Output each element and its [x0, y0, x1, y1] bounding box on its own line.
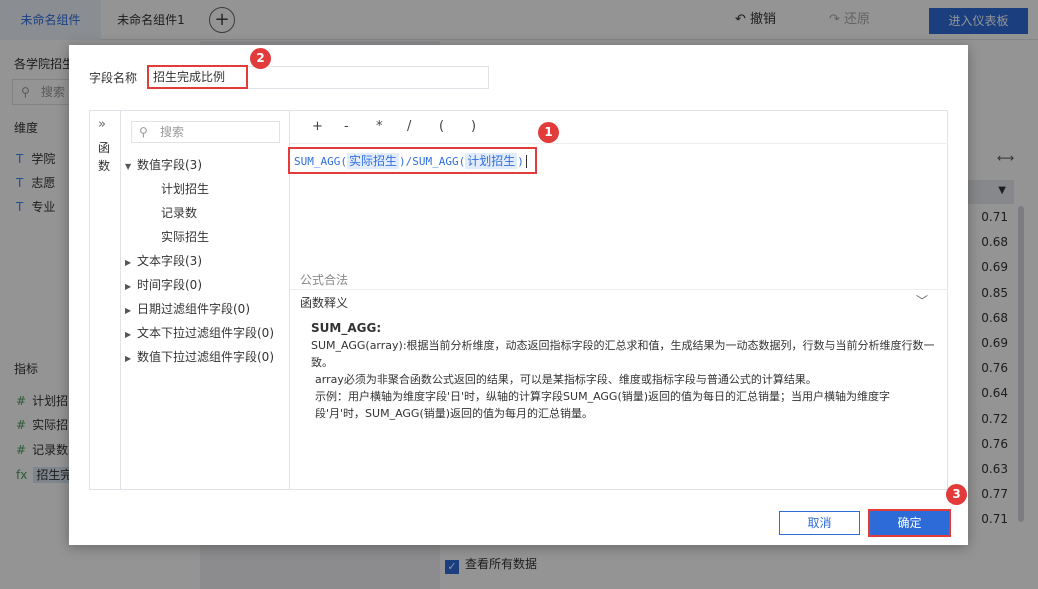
tree-leaf-field[interactable]: 计划招生: [161, 180, 209, 197]
highlight-box-confirm: [868, 509, 951, 537]
explain-line: array必须为非聚合函数公式返回的结果，可以是某指标字段、维度或指标字段与普通…: [315, 373, 817, 386]
multiply-operator-button[interactable]: *: [376, 119, 383, 134]
formula-valid-status: 公式合法: [300, 273, 349, 287]
chevron-down-icon[interactable]: ﹀: [916, 292, 928, 309]
caret-right-icon: ▶: [125, 306, 132, 315]
tree-node-time[interactable]: ▶ 时间字段(0): [125, 276, 202, 293]
tree-node-label: 日期过滤组件字段(0): [137, 302, 250, 316]
function-name: SUM_AGG:: [311, 321, 382, 335]
caret-down-icon: ▼: [125, 162, 132, 171]
cancel-button[interactable]: 取消: [779, 511, 860, 535]
field-name-label: 字段名称: [89, 71, 138, 85]
explain-body: SUM_AGG: SUM_AGG(array):根据当前分析维度，动态返回指标字…: [311, 320, 936, 422]
explain-title: 函数释义: [300, 296, 349, 310]
highlight-box-field-name: [147, 65, 248, 89]
tree-node-text[interactable]: ▶ 文本字段(3): [125, 252, 202, 269]
search-icon: ⚲: [139, 125, 148, 139]
function-label-char: 函: [98, 141, 111, 155]
function-explanation: 函数释义 ﹀ SUM_AGG: SUM_AGG(array):根据当前分析维度，…: [290, 289, 948, 489]
tree-node-label: 时间字段(0): [137, 278, 202, 292]
function-panel-toggle[interactable]: » 函 数: [90, 111, 121, 489]
tree-node-label: 数值字段(3): [137, 158, 202, 172]
function-label-char: 数: [98, 159, 111, 173]
tree-search-placeholder: 搜索: [160, 125, 185, 139]
caret-right-icon: ▶: [125, 258, 132, 267]
close-paren-button[interactable]: ): [471, 119, 476, 134]
field-tree: ⚲ 搜索 ▼ 数值字段(3) 计划招生 记录数 实际招生 ▶ 文本字段(3) ▶ 时间…: [121, 111, 290, 489]
double-chevron-right-icon: »: [98, 117, 106, 132]
annotation-badge-2: 2: [250, 48, 271, 69]
plus-operator-button[interactable]: +: [312, 119, 323, 134]
annotation-badge-3: 3: [946, 484, 967, 505]
tree-leaf-field[interactable]: 实际招生: [161, 228, 209, 245]
explain-line: SUM_AGG(array):根据当前分析维度，动态返回指标字段的汇总求和值，生…: [311, 339, 935, 369]
tree-node-date-filter[interactable]: ▶ 日期过滤组件字段(0): [125, 300, 250, 317]
divide-operator-button[interactable]: /: [407, 119, 411, 134]
tree-node-text-filter[interactable]: ▶ 文本下拉过滤组件字段(0): [125, 324, 274, 341]
tree-node-label: 文本字段(3): [137, 254, 202, 268]
annotation-badge-1: 1: [538, 122, 559, 143]
tree-node-numeric[interactable]: ▼ 数值字段(3): [125, 156, 202, 173]
open-paren-button[interactable]: (: [439, 119, 444, 134]
minus-operator-button[interactable]: -: [344, 119, 349, 134]
highlight-box-formula: [288, 147, 537, 174]
tree-node-label: 数值下拉过滤组件字段(0): [137, 350, 274, 364]
operator-bar: + - * / ( ): [290, 111, 948, 144]
explain-line: 示例：用户横轴为维度字段'日'时，纵轴的计算字段SUM_AGG(销量)返回的值为…: [315, 390, 891, 420]
caret-right-icon: ▶: [125, 282, 132, 291]
caret-right-icon: ▶: [125, 354, 132, 363]
tree-node-label: 文本下拉过滤组件字段(0): [137, 326, 274, 340]
caret-right-icon: ▶: [125, 330, 132, 339]
tree-node-num-filter[interactable]: ▶ 数值下拉过滤组件字段(0): [125, 348, 274, 365]
calc-field-dialog: 字段名称 招生完成比例 2 » 函 数 ⚲ 搜索 ▼ 数值字段(3) 计划招生 记…: [69, 45, 968, 545]
tree-leaf-field[interactable]: 记录数: [161, 204, 197, 221]
tree-search-input[interactable]: ⚲ 搜索: [131, 121, 280, 143]
